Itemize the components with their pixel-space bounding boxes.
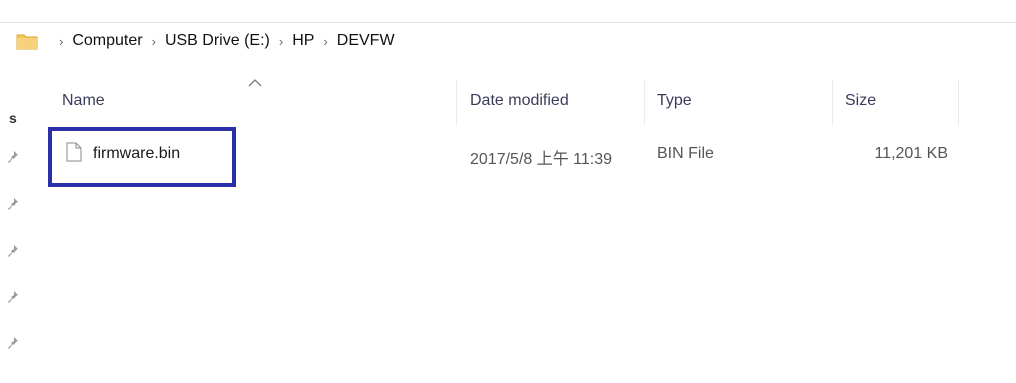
column-header-type-label: Type xyxy=(657,92,692,109)
highlight-box xyxy=(48,127,236,187)
breadcrumb-computer[interactable]: Computer xyxy=(72,32,142,50)
breadcrumb-devfw[interactable]: DEVFW xyxy=(337,32,395,50)
column-header-date-label: Date modified xyxy=(470,92,569,109)
chevron-right-icon[interactable]: › xyxy=(279,34,283,49)
pin-icon[interactable] xyxy=(7,244,19,258)
pin-icon[interactable] xyxy=(7,197,19,211)
navigation-pane: s xyxy=(0,70,30,383)
column-divider[interactable] xyxy=(644,80,645,126)
chevron-right-icon[interactable]: › xyxy=(323,34,327,49)
pin-icon[interactable] xyxy=(7,336,19,350)
nav-pane-label: s xyxy=(9,110,17,126)
pin-icon[interactable] xyxy=(7,290,19,304)
column-divider[interactable] xyxy=(832,80,833,126)
breadcrumb-hp[interactable]: HP xyxy=(292,32,314,50)
file-type: BIN File xyxy=(657,145,714,162)
pin-icon[interactable] xyxy=(7,150,19,164)
address-bar[interactable]: › Computer › USB Drive (E:) › HP › DEVFW xyxy=(0,24,1016,64)
column-header-size-label: Size xyxy=(845,92,877,109)
column-divider[interactable] xyxy=(456,80,457,126)
chevron-right-icon[interactable]: › xyxy=(59,34,63,49)
chevron-right-icon[interactable]: › xyxy=(152,34,156,49)
column-divider[interactable] xyxy=(958,80,959,126)
file-size: 11,201 KB xyxy=(874,145,948,162)
sort-ascending-icon xyxy=(248,79,262,87)
column-header-name-label: Name xyxy=(62,92,105,109)
file-date-modified: 2017/5/8 上午 11:39 xyxy=(470,151,613,168)
folder-icon xyxy=(16,34,38,50)
toolbar-divider xyxy=(0,22,1016,23)
breadcrumb: › Computer › USB Drive (E:) › HP › DEVFW xyxy=(50,32,395,50)
breadcrumb-usb-drive[interactable]: USB Drive (E:) xyxy=(165,32,270,50)
